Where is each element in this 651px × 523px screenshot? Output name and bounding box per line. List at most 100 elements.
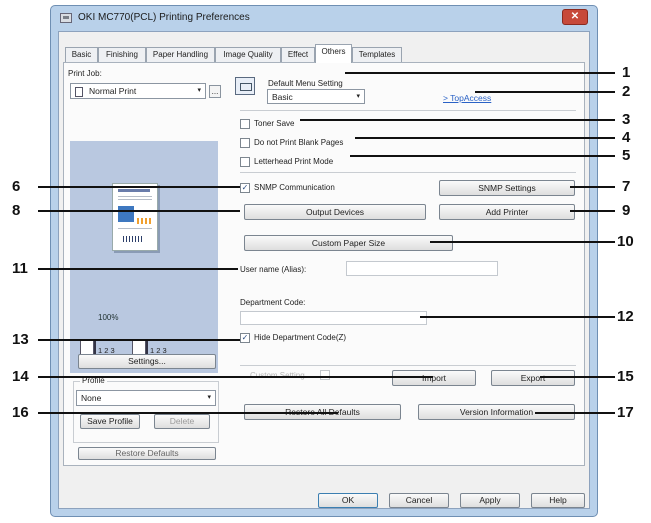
delete-profile-button[interactable]: Delete	[154, 414, 210, 429]
tab-others[interactable]: Others	[315, 44, 352, 63]
callout-number-12: 12	[617, 308, 634, 325]
printing-preferences-window: OKI MC770(PCL) Printing Preferences ✕ Ba…	[50, 5, 598, 517]
callout-number-2: 2	[622, 83, 631, 100]
callout-line-7	[570, 186, 615, 188]
callout-line-2	[475, 91, 615, 93]
letterhead-mode-checkbox[interactable]	[240, 157, 250, 167]
preview-text-line	[118, 196, 152, 197]
print-job-select[interactable]: Normal Print ▾	[70, 83, 206, 99]
callout-number-1: 1	[622, 64, 631, 81]
preview-zoom-level: 100%	[98, 313, 119, 322]
callout-number-4: 4	[622, 129, 631, 146]
dialog-client-area: Basic Finishing Paper Handling Image Qua…	[58, 31, 590, 509]
chevron-down-icon: ▾	[197, 87, 201, 94]
callout-line-17	[535, 412, 615, 414]
preview-text-line	[118, 228, 152, 229]
callout-number-7: 7	[622, 178, 631, 195]
close-button[interactable]: ✕	[562, 9, 588, 25]
callout-number-9: 9	[622, 202, 631, 219]
callout-line-3	[300, 119, 615, 121]
window-title: OKI MC770(PCL) Printing Preferences	[78, 12, 250, 23]
separator	[240, 110, 576, 111]
add-printer-button[interactable]: Add Printer	[439, 204, 575, 220]
tab-image-quality[interactable]: Image Quality	[215, 47, 281, 62]
restore-defaults-button[interactable]: Restore Defaults	[78, 447, 216, 460]
no-blank-pages-checkbox[interactable]	[240, 138, 250, 148]
export-button[interactable]: Export	[491, 370, 575, 386]
settings-button[interactable]: Settings...	[78, 354, 216, 369]
callout-line-6	[38, 186, 240, 188]
default-menu-icon	[235, 77, 255, 95]
toner-save-checkbox[interactable]	[240, 119, 250, 129]
callout-line-16	[38, 412, 338, 414]
department-code-label: Department Code:	[240, 298, 306, 307]
user-name-input[interactable]	[346, 261, 498, 276]
callout-number-3: 3	[622, 111, 631, 128]
profile-select[interactable]: None ▾	[76, 390, 216, 406]
department-code-input[interactable]	[240, 311, 427, 325]
callout-number-10: 10	[617, 233, 634, 250]
callout-number-17: 17	[617, 404, 634, 421]
tab-basic[interactable]: Basic	[65, 47, 98, 62]
print-job-doc-icon	[75, 86, 83, 97]
tab-effect[interactable]: Effect	[281, 47, 315, 62]
callout-line-12	[420, 316, 615, 318]
default-menu-label: Default Menu Setting	[268, 79, 343, 88]
tab-finishing[interactable]: Finishing	[98, 47, 146, 62]
callout-line-8	[38, 210, 240, 212]
preview-picture	[118, 206, 134, 222]
snmp-communication-checkbox[interactable]: ✓	[240, 183, 250, 193]
output-devices-button[interactable]: Output Devices	[244, 204, 426, 220]
printer-icon	[60, 13, 72, 23]
save-profile-button[interactable]: Save Profile	[80, 414, 140, 429]
apply-button[interactable]: Apply	[460, 493, 520, 508]
callout-line-14	[38, 376, 433, 378]
callout-number-5: 5	[622, 147, 631, 164]
topaccess-link[interactable]: > TopAccess	[443, 93, 491, 103]
callout-number-11: 11	[12, 260, 28, 277]
tab-templates[interactable]: Templates	[352, 47, 402, 62]
callout-line-10	[430, 241, 615, 243]
callout-line-4	[355, 137, 615, 139]
user-name-label: User name (Alias):	[240, 265, 307, 274]
profile-value: None	[81, 393, 102, 403]
default-menu-select[interactable]: Basic ▾	[267, 89, 365, 104]
preview-text-line	[118, 199, 152, 200]
others-tab-panel: Print Job: Normal Print ▾ ... 100% 1 2 3…	[63, 62, 585, 466]
tab-paper-handling[interactable]: Paper Handling	[146, 47, 215, 62]
print-job-value: Normal Print	[89, 86, 137, 96]
callout-line-1	[345, 72, 615, 74]
custom-paper-size-button[interactable]: Custom Paper Size	[244, 235, 453, 251]
preview-header-line	[118, 189, 150, 192]
snmp-settings-button[interactable]: SNMP Settings	[439, 180, 575, 196]
letterhead-mode-label: Letterhead Print Mode	[254, 157, 334, 166]
callout-line-5	[350, 155, 615, 157]
callout-number-16: 16	[12, 404, 29, 421]
chevron-down-icon: ▾	[207, 394, 211, 401]
hide-department-code-label: Hide Department Code(Z)	[254, 333, 347, 342]
help-button[interactable]: Help	[531, 493, 585, 508]
callout-line-11	[38, 268, 238, 270]
custom-setting-checkbox[interactable]	[320, 370, 330, 380]
print-job-label: Print Job:	[68, 69, 102, 78]
toner-save-label: Toner Save	[254, 119, 295, 128]
preview-bar-graphic	[137, 218, 151, 224]
preview-page	[112, 183, 158, 251]
cancel-button[interactable]: Cancel	[389, 493, 449, 508]
callout-number-8: 8	[12, 202, 21, 219]
no-blank-pages-label: Do not Print Blank Pages	[254, 138, 344, 147]
preview-column-graphic	[123, 236, 143, 242]
snmp-communication-label: SNMP Communication	[254, 183, 335, 192]
print-job-more-button[interactable]: ...	[209, 85, 221, 98]
ok-button[interactable]: OK	[318, 493, 378, 508]
import-button[interactable]: Import	[392, 370, 476, 386]
callout-line-13	[38, 339, 240, 341]
callout-line-15	[540, 376, 615, 378]
title-bar[interactable]: OKI MC770(PCL) Printing Preferences ✕	[51, 6, 597, 30]
callout-number-14: 14	[12, 368, 29, 385]
separator	[240, 365, 576, 366]
callout-number-6: 6	[12, 178, 21, 195]
separator	[240, 172, 576, 173]
hide-department-code-checkbox[interactable]: ✓	[240, 333, 250, 343]
chevron-down-icon: ▾	[356, 93, 360, 100]
